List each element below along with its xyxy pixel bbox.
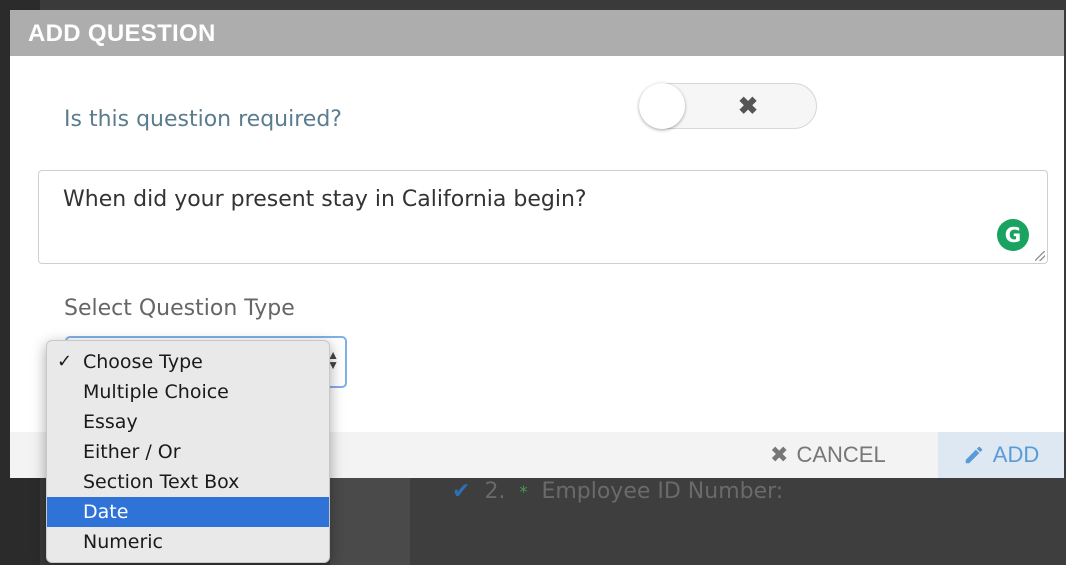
dropdown-item-either-or[interactable]: Either / Or [47, 437, 329, 467]
dropdown-item-label: Choose Type [83, 351, 203, 373]
modal-header: ADD QUESTION [10, 10, 1064, 56]
dropdown-item-date[interactable]: Date [47, 497, 329, 527]
dropdown-item-label: Numeric [83, 531, 163, 553]
question-textarea[interactable]: When did your present stay in California… [38, 170, 1048, 264]
close-icon: ✖ [738, 93, 759, 120]
dropdown-item-numeric[interactable]: Numeric [47, 527, 329, 557]
close-icon: ✖ [770, 442, 789, 467]
dropdown-item-section-text-box[interactable]: Section Text Box [47, 467, 329, 497]
pencil-icon [965, 446, 983, 464]
grammarly-icon[interactable]: G [997, 219, 1029, 251]
background-row-number: 2. [484, 478, 506, 504]
background-row-label: Employee ID Number: [541, 478, 784, 504]
toggle-knob[interactable] [639, 83, 685, 129]
dropdown-item-label: Essay [83, 411, 138, 433]
checkmark-icon: ✔ [452, 478, 471, 504]
resize-handle-icon[interactable] [1035, 251, 1045, 261]
cancel-button[interactable]: ✖ CANCEL [770, 432, 886, 478]
required-label: Is this question required? [64, 107, 342, 132]
backdrop-panel [330, 478, 410, 565]
dropdown-item-choose-type[interactable]: ✓ Choose Type [47, 347, 329, 377]
required-toggle[interactable]: ✖ [639, 83, 817, 129]
dropdown-item-multiple-choice[interactable]: Multiple Choice [47, 377, 329, 407]
question-type-label: Select Question Type [64, 296, 295, 321]
background-question-row: ✔ 2. * Employee ID Number: [452, 476, 783, 506]
dropdown-item-essay[interactable]: Essay [47, 407, 329, 437]
modal-title: ADD QUESTION [28, 20, 216, 47]
dropdown-item-label: Date [83, 501, 129, 523]
question-type-dropdown: ✓ Choose Type Multiple Choice Essay Eith… [46, 340, 330, 563]
dropdown-item-label: Either / Or [83, 441, 181, 463]
required-star-icon: * [519, 481, 528, 501]
cancel-label: CANCEL [796, 442, 886, 467]
question-text: When did your present stay in California… [63, 187, 587, 212]
dropdown-item-label: Section Text Box [83, 471, 240, 493]
checkmark-icon: ✓ [57, 351, 73, 372]
dropdown-item-label: Multiple Choice [83, 381, 229, 403]
add-label: ADD [992, 442, 1040, 467]
add-button[interactable]: ADD [938, 432, 1064, 478]
